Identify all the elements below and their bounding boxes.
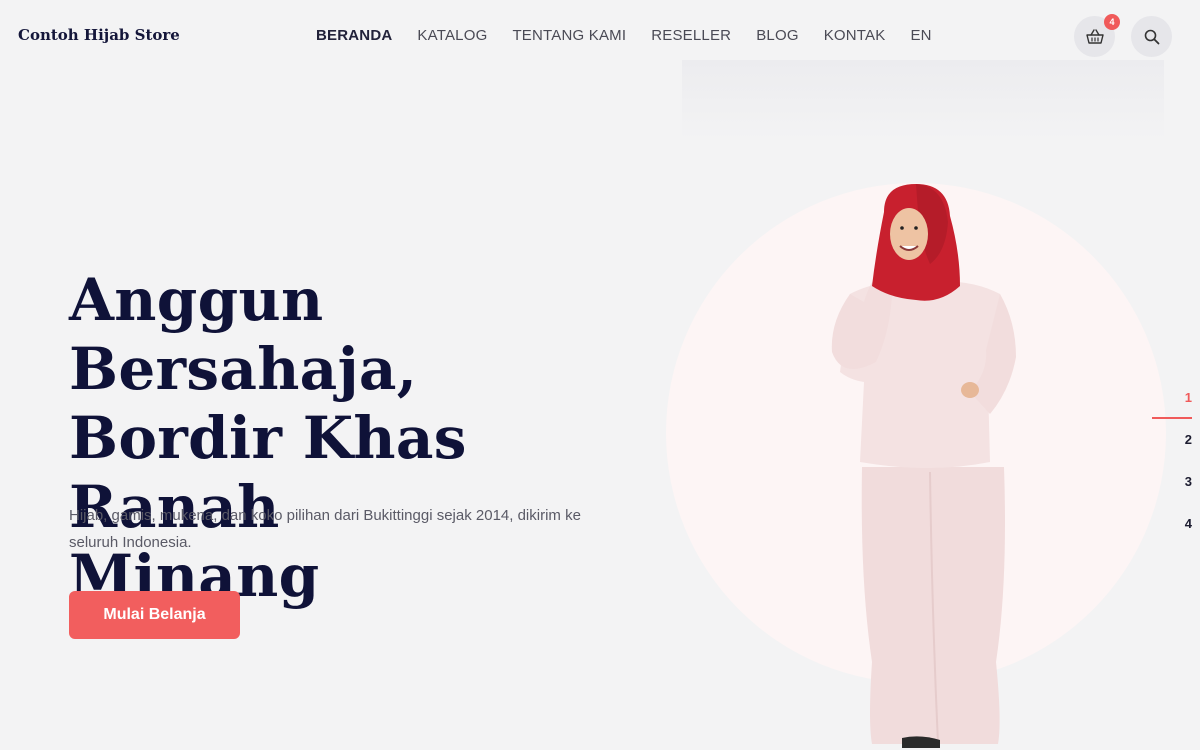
nav-item-katalog[interactable]: KATALOG — [417, 27, 487, 44]
shop-now-button[interactable]: Mulai Belanja — [69, 591, 240, 639]
slide-dot-3[interactable]: 3 — [1150, 472, 1200, 514]
slide-dot-2[interactable]: 2 — [1150, 430, 1200, 472]
nav-item-tentang-kami[interactable]: TENTANG KAMI — [512, 27, 626, 44]
cart-count-badge: 4 — [1104, 14, 1120, 30]
site-logo[interactable]: Contoh Hijab Store — [18, 26, 180, 44]
slide-dot-1[interactable]: 1 — [1150, 388, 1200, 430]
nav-item-reseller[interactable]: RESELLER — [651, 27, 731, 44]
search-button[interactable] — [1131, 16, 1172, 57]
active-slide-indicator — [1152, 417, 1192, 419]
nav-item-blog[interactable]: BLOG — [756, 27, 798, 44]
search-icon — [1144, 29, 1159, 44]
hero-subtitle: Hijab, gamis, mukena, dan koko pilihan d… — [69, 507, 581, 551]
nav-item-language[interactable]: EN — [910, 27, 931, 44]
image-backdrop — [682, 60, 1164, 140]
nav-item-beranda[interactable]: BERANDA — [316, 27, 392, 44]
hero-title-line: Anggun Bersahaja, — [69, 266, 418, 403]
model-photo — [831, 184, 1016, 748]
hero-title: Anggun Bersahaja, Bordir Khas Ranah Mina… — [69, 266, 629, 611]
nav-item-kontak[interactable]: KONTAK — [824, 27, 886, 44]
slider-pagination: 1 2 3 4 — [1150, 388, 1200, 556]
slide-dot-4[interactable]: 4 — [1150, 514, 1200, 556]
basket-icon — [1085, 28, 1104, 44]
